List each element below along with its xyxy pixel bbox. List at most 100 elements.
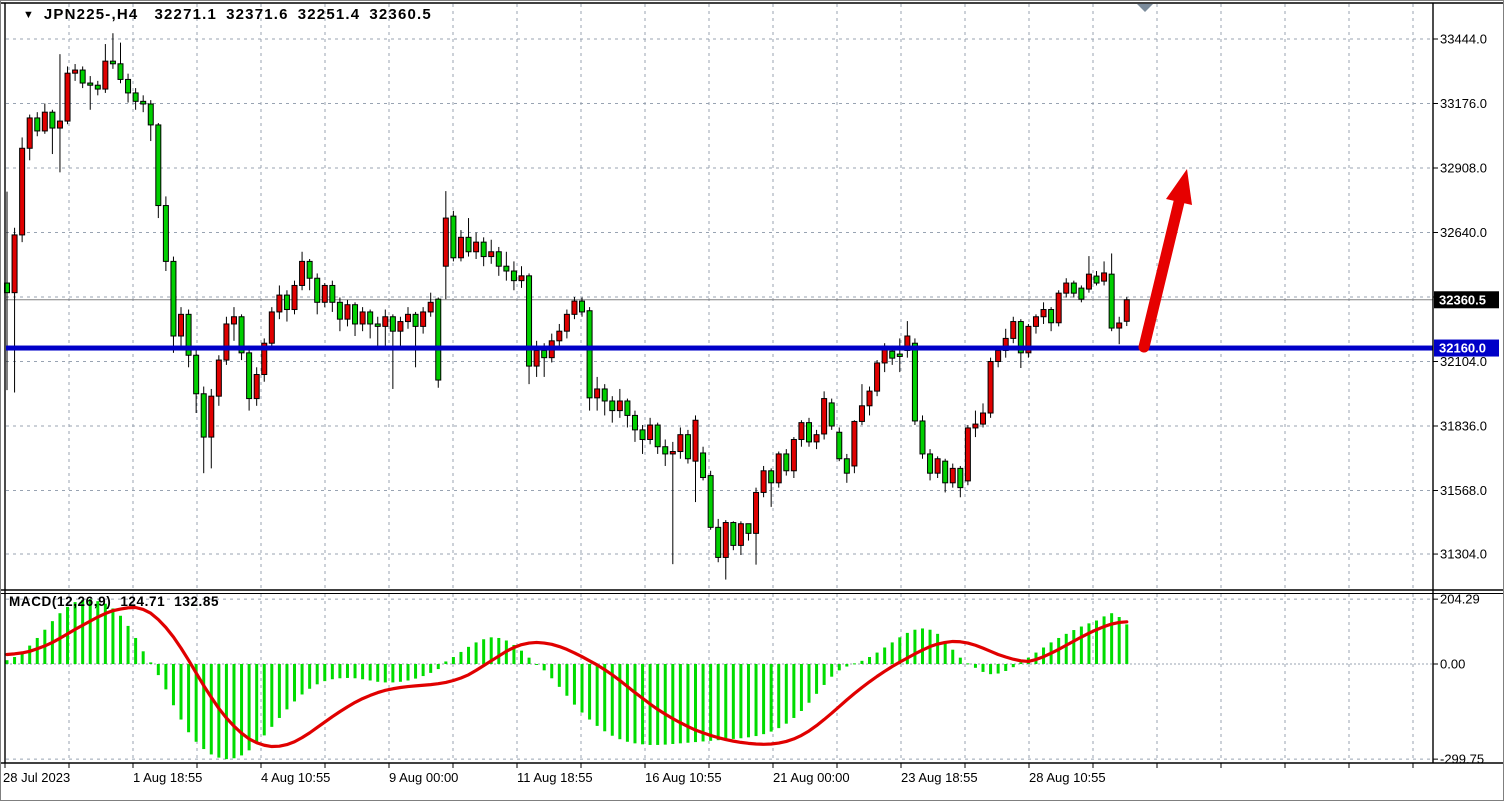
macd-bar — [815, 664, 818, 694]
candle-body — [791, 439, 796, 470]
candle-body — [110, 61, 115, 64]
candle-body — [610, 401, 615, 411]
macd-bar — [1019, 662, 1022, 664]
macd-bar — [1072, 630, 1075, 664]
candle-body — [368, 312, 373, 324]
macd-bar — [626, 664, 629, 742]
macd-bar — [263, 664, 266, 735]
support-hline[interactable] — [6, 346, 1433, 351]
macd-bar — [792, 664, 795, 718]
macd-bar — [853, 663, 856, 664]
candles-layer[interactable] — [5, 33, 1130, 579]
time-axis[interactable] — [1, 764, 1433, 800]
macd-bar — [596, 664, 599, 726]
macd-bar — [142, 651, 145, 664]
chart-shift-marker-icon[interactable] — [1137, 4, 1153, 12]
macd-bar — [1065, 634, 1068, 664]
candle-body — [1056, 293, 1061, 323]
candle-body — [625, 401, 630, 415]
candle-body — [935, 459, 940, 473]
macd-bar — [845, 664, 848, 667]
candle-body — [844, 459, 849, 473]
candle-body — [701, 453, 706, 478]
candle-body — [1041, 310, 1046, 317]
candle-body — [269, 312, 274, 343]
trend-arrow[interactable] — [1144, 169, 1192, 347]
candle-body — [996, 350, 1001, 361]
macd-bar — [285, 664, 288, 709]
candle-body — [670, 452, 675, 454]
candle-body — [141, 101, 146, 104]
macd-bar — [913, 630, 916, 664]
macd-bar — [180, 664, 183, 720]
horizontal-gridlines — [6, 39, 1433, 554]
candle-body — [678, 435, 683, 452]
candle-body — [784, 454, 789, 471]
candle-body — [284, 295, 289, 309]
candle-body — [852, 421, 857, 466]
candle-body — [716, 527, 721, 557]
macd-bar — [149, 662, 152, 664]
candle-body — [859, 406, 864, 422]
macd-bar — [255, 664, 258, 743]
ohlc-low: 32251.4 — [298, 6, 361, 23]
macd-bar — [543, 664, 546, 670]
candle-body — [330, 285, 335, 302]
candle-body — [1094, 276, 1099, 283]
candle-body — [617, 401, 622, 411]
macd-bar — [406, 664, 409, 681]
price-axis[interactable] — [1433, 1, 1503, 763]
macd-bar — [316, 664, 319, 684]
macd-bar — [739, 664, 742, 738]
macd-bar — [270, 664, 273, 727]
candle-body — [474, 242, 479, 252]
candle-body — [163, 206, 168, 262]
macd-bar — [111, 608, 114, 664]
macd-bar — [452, 657, 455, 664]
candle-body — [73, 70, 78, 73]
macd-bar — [459, 652, 462, 664]
candle-body — [57, 121, 62, 128]
candle-body — [723, 523, 728, 558]
candle-body — [943, 461, 948, 483]
candle-body — [580, 301, 585, 312]
macd-bar — [860, 661, 863, 664]
macd-bar — [535, 664, 538, 665]
candle-body — [458, 237, 463, 257]
candle-body — [1102, 273, 1107, 281]
macd-bar — [437, 664, 440, 669]
candle-body — [890, 351, 895, 358]
macd-bar — [603, 664, 606, 731]
macd-bar — [399, 664, 402, 682]
macd-bar — [157, 664, 160, 675]
candle-body — [95, 85, 100, 89]
macd-bar — [187, 664, 190, 732]
candle-body — [950, 468, 955, 482]
candle-body — [360, 312, 365, 324]
symbol-dropdown-icon[interactable]: ▼ — [23, 9, 34, 21]
macd-bar — [6, 660, 9, 664]
macd-bar — [520, 651, 523, 664]
candle-body — [958, 468, 963, 487]
chart-canvas[interactable]: 33444.033176.032908.032640.032104.031836… — [1, 1, 1503, 800]
macd-bar — [338, 664, 341, 678]
candle-body — [42, 112, 47, 131]
candle-body — [511, 271, 516, 281]
candle-body — [27, 118, 32, 148]
candle-body — [224, 324, 229, 360]
candle-body — [179, 314, 184, 336]
macd-bar — [528, 658, 531, 664]
macd-bar — [679, 664, 682, 743]
candle-body — [1109, 274, 1114, 328]
candle-body — [769, 471, 774, 483]
candle-body — [799, 423, 804, 440]
macd-bar — [346, 664, 349, 678]
macd-bar — [891, 642, 894, 664]
macd-bar — [376, 664, 379, 682]
candle-body — [421, 312, 426, 326]
candle-body — [428, 302, 433, 312]
macd-bar — [558, 664, 561, 687]
candle-body — [837, 432, 842, 458]
candle-body — [557, 331, 562, 341]
candle-body — [648, 425, 653, 439]
